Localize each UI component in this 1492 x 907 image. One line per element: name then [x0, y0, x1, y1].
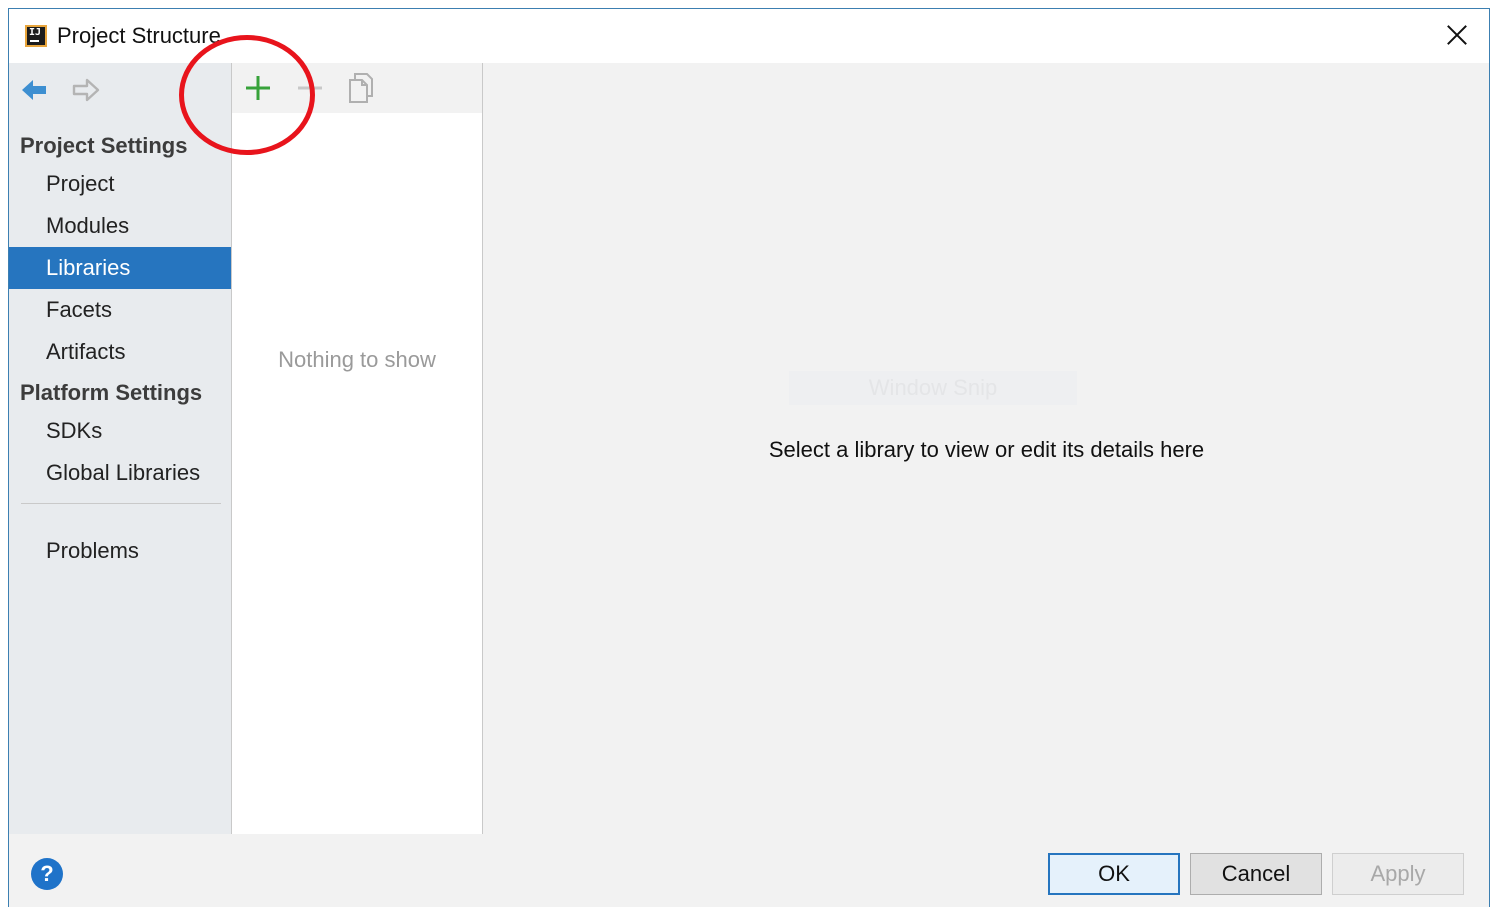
- arrow-right-icon[interactable]: [71, 75, 101, 105]
- settings-sidebar: Project Settings Project Modules Librari…: [9, 63, 231, 834]
- sidebar-item-project[interactable]: Project: [9, 163, 231, 205]
- dialog-footer: ? OK Cancel Apply: [9, 834, 1489, 907]
- details-placeholder-message: Select a library to view or edit its det…: [768, 437, 1205, 462]
- sidebar-item-problems[interactable]: Problems: [9, 530, 231, 572]
- window-title: Project Structure: [57, 23, 221, 48]
- sidebar-item-facets[interactable]: Facets: [9, 289, 231, 331]
- library-details-panel: Window Snip Select a library to view or …: [484, 63, 1489, 834]
- sidebar-item-sdks[interactable]: SDKs: [9, 410, 231, 452]
- apply-button[interactable]: Apply: [1332, 853, 1464, 895]
- intellij-app-icon: IJ: [25, 25, 47, 47]
- sidebar-item-modules[interactable]: Modules: [9, 205, 231, 247]
- help-icon[interactable]: ?: [31, 858, 63, 890]
- sidebar-item-global-libraries[interactable]: Global Libraries: [9, 452, 231, 494]
- red-highlight-circle: [179, 35, 315, 155]
- sidebar-item-libraries[interactable]: Libraries: [9, 247, 231, 289]
- window-snip-overlay: Window Snip: [789, 371, 1077, 405]
- platform-settings-heading: Platform Settings: [20, 380, 203, 405]
- copy-icon[interactable]: [345, 71, 379, 105]
- arrow-left-icon[interactable]: [19, 75, 49, 105]
- empty-list-placeholder: Nothing to show: [278, 347, 436, 372]
- libraries-list-panel: Nothing to show: [231, 63, 483, 834]
- cancel-button[interactable]: Cancel: [1190, 853, 1322, 895]
- close-icon[interactable]: [1443, 21, 1471, 49]
- ok-button[interactable]: OK: [1048, 853, 1180, 895]
- project-settings-heading: Project Settings: [20, 133, 188, 158]
- sidebar-divider: [21, 503, 221, 504]
- sidebar-item-artifacts[interactable]: Artifacts: [9, 331, 231, 373]
